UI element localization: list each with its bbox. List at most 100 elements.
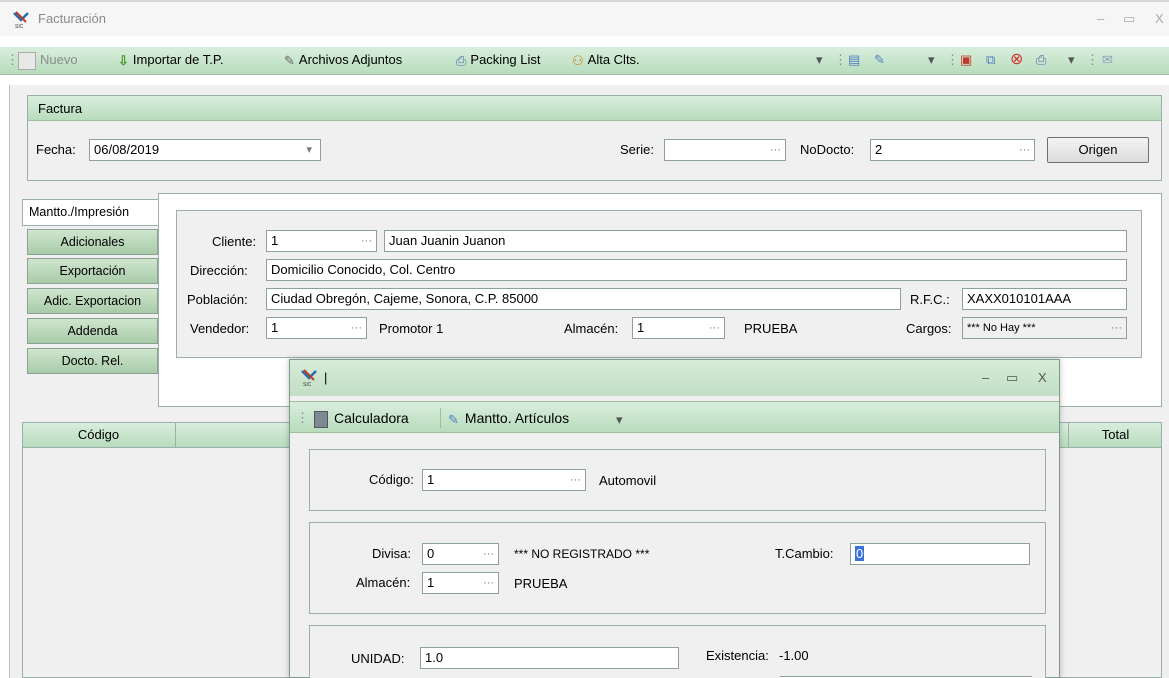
dialog-maximize-button[interactable]: ▭ — [1006, 370, 1018, 386]
almacen-label: Almacén: — [564, 321, 619, 336]
vendedor-name: Promotor 1 — [379, 321, 444, 336]
vendedor-field[interactable]: 1 ··· — [266, 317, 367, 339]
unidad-field[interactable]: 1.0 — [420, 647, 679, 669]
importar-button[interactable]: ⇩ Importar de T.P. — [118, 47, 223, 73]
dialog-overflow-dropdown[interactable]: ▾ — [616, 412, 623, 428]
archivos-button[interactable]: ✎ Archivos Adjuntos — [284, 47, 402, 73]
tab-adicionales-label: Adicionales — [60, 235, 125, 249]
cliente-name-field: Juan Juanin Juanon — [384, 230, 1127, 252]
packing-button[interactable]: ⎙ Packing List — [456, 47, 541, 73]
divisa-field[interactable]: 0 ··· — [422, 543, 499, 565]
grid-col-codigo[interactable]: Código — [22, 422, 176, 448]
cargos-lookup-button[interactable]: ··· — [1111, 318, 1122, 338]
tab-docto-rel-label: Docto. Rel. — [61, 354, 124, 368]
poblacion-field[interactable]: Ciudad Obregón, Cajeme, Sonora, C.P. 850… — [266, 288, 901, 310]
edit-doc-icon[interactable]: ✎ — [874, 47, 885, 73]
minimize-button[interactable]: – — [1097, 11, 1104, 27]
overflow-dropdown-3[interactable]: ▾ — [1068, 47, 1075, 73]
calculadora-label: Calculadora — [334, 410, 409, 426]
download-icon: ⇩ — [118, 52, 129, 68]
mantto-articulos-button[interactable]: ✎ Mantto. Artículos — [448, 408, 569, 428]
almacen-value: 1 — [637, 320, 645, 335]
tcambio-field[interactable]: 0 — [850, 543, 1030, 565]
rfc-field[interactable]: XAXX010101AAA — [962, 288, 1127, 310]
dialog-almacen-lookup-button[interactable]: ··· — [483, 573, 494, 593]
main-toolbar: ⋮ Nuevo ⇩ Importar de T.P. ✎ Archivos Adju… — [0, 47, 1169, 75]
origen-button[interactable]: Origen — [1047, 137, 1149, 163]
tab-mantto-impresion-label: Mantto./Impresión — [29, 205, 130, 219]
fecha-value: 06/08/2019 — [94, 142, 160, 157]
overflow-dropdown-2[interactable]: ▾ — [928, 47, 935, 73]
tab-adicionales[interactable]: Adicionales — [27, 229, 158, 255]
cargos-value: *** No Hay *** — [967, 322, 1036, 334]
chevron-down-icon[interactable]: ▾ — [306, 140, 312, 160]
export-doc-icon[interactable]: ▤ — [848, 47, 860, 73]
cargos-field[interactable]: *** No Hay *** ··· — [962, 317, 1127, 339]
dialog-toolbar-grip: ⋮ — [296, 410, 309, 425]
dialog-close-button[interactable]: X — [1038, 370, 1047, 386]
tab-exportacion[interactable]: Exportación — [27, 258, 158, 284]
factura-panel: Factura — [27, 95, 1162, 181]
tab-addenda[interactable]: Addenda — [27, 318, 158, 344]
divisa-group — [309, 522, 1046, 614]
alta-button[interactable]: ⚇ Alta Clts. — [572, 47, 640, 73]
existencia-value: -1.00 — [779, 648, 809, 663]
svg-text:SIC: SIC — [303, 382, 312, 387]
mantto-articulos-label: Mantto. Artículos — [464, 410, 570, 426]
nuevo-button[interactable]: Nuevo — [18, 47, 78, 73]
cliente-label: Cliente: — [212, 234, 257, 249]
serie-lookup-button[interactable]: ··· — [770, 140, 781, 160]
origen-label: Origen — [1078, 142, 1118, 157]
tab-addenda-label: Addenda — [67, 324, 118, 338]
codigo-lookup-button[interactable]: ··· — [570, 470, 581, 490]
mail-icon[interactable]: ✉ — [1102, 47, 1113, 73]
tcambio-value: 0 — [855, 546, 865, 561]
dialog-logo-icon: SIC — [300, 369, 318, 388]
packing-label: Packing List — [470, 52, 541, 67]
cancel-icon[interactable]: ⊗ — [1010, 47, 1023, 73]
vendedor-lookup-button[interactable]: ··· — [351, 318, 362, 338]
toolbar-grip: ⋮ — [834, 52, 847, 67]
grid-col-total[interactable]: Total — [1068, 422, 1162, 448]
divisa-label: Divisa: — [372, 546, 412, 561]
factura-title: Factura — [38, 101, 83, 116]
close-button[interactable]: X — [1155, 11, 1164, 27]
overflow-dropdown-1[interactable]: ▾ — [816, 47, 823, 73]
grid-col-total-label: Total — [1101, 427, 1130, 442]
tab-docto-rel[interactable]: Docto. Rel. — [27, 348, 158, 374]
dialog-minimize-button[interactable]: – — [982, 370, 989, 386]
dialog-almacen-field[interactable]: 1 ··· — [422, 572, 499, 594]
nuevo-label: Nuevo — [40, 52, 78, 67]
window-doc-icon[interactable]: ▣ — [960, 47, 972, 73]
move-doc-icon[interactable]: ⧉ — [986, 47, 995, 73]
direccion-label: Dirección: — [190, 263, 248, 278]
dialog-toolbar: ⋮ Calculadora ✎ Mantto. Artículos ▾ — [290, 401, 1059, 433]
cliente-lookup-button[interactable]: ··· — [361, 231, 372, 251]
new-document-icon — [18, 51, 36, 70]
serie-field[interactable]: ··· — [664, 139, 786, 161]
almacen-field[interactable]: 1 ··· — [632, 317, 725, 339]
divisa-lookup-button[interactable]: ··· — [483, 544, 494, 564]
divisa-name: *** NO REGISTRADO *** — [514, 547, 650, 561]
nodocto-lookup-button[interactable]: ··· — [1019, 140, 1030, 160]
direccion-value: Domicilio Conocido, Col. Centro — [271, 262, 456, 277]
calculadora-button[interactable]: Calculadora — [314, 408, 409, 429]
fecha-picker[interactable]: 06/08/2019 ▾ — [89, 139, 321, 161]
importar-label: Importar de T.P. — [132, 52, 224, 67]
tab-adic-exportacion[interactable]: Adic. Exportacion — [27, 288, 158, 314]
unidad-value: 1.0 — [425, 650, 444, 665]
almacen-name: PRUEBA — [744, 321, 798, 336]
print-icon[interactable]: ⎙ — [1036, 47, 1046, 73]
tab-exportacion-label: Exportación — [59, 264, 126, 278]
cargos-label: Cargos: — [906, 321, 952, 336]
tab-mantto-impresion[interactable]: Mantto./Impresión — [22, 199, 159, 226]
archivos-label: Archivos Adjuntos — [298, 52, 403, 67]
codigo-field[interactable]: 1 ··· — [422, 469, 586, 491]
maximize-button[interactable]: ▭ — [1123, 11, 1135, 27]
window-title: Facturación — [38, 11, 106, 26]
rfc-value: XAXX010101AAA — [967, 291, 1072, 306]
nodocto-field[interactable]: 2 ··· — [870, 139, 1035, 161]
direccion-field[interactable]: Domicilio Conocido, Col. Centro — [266, 259, 1127, 281]
almacen-lookup-button[interactable]: ··· — [709, 318, 720, 338]
cliente-field[interactable]: 1 ··· — [266, 230, 377, 252]
